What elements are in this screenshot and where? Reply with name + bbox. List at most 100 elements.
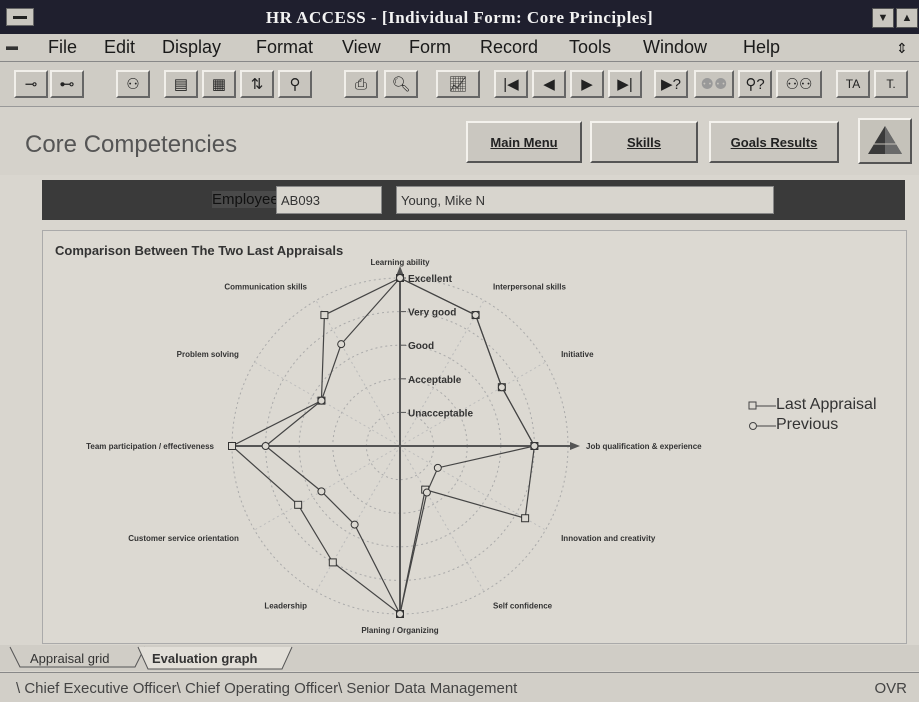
scale-label: Very good (408, 308, 456, 319)
axis-label: Leadership (264, 601, 307, 610)
axis-label: Learning ability (370, 258, 430, 267)
menu-view[interactable]: View (342, 37, 381, 58)
query-record-icon[interactable]: ▶? (654, 70, 688, 98)
last-record-icon[interactable]: ▶| (608, 70, 642, 98)
previous-point (396, 610, 404, 618)
axis-label: Interpersonal skills (493, 283, 566, 292)
pyramid-logo-icon (868, 126, 902, 154)
scale-label: Acceptable (408, 375, 462, 386)
axis-label: Innovation and creativity (561, 534, 656, 543)
next-record-icon[interactable]: ▶ (570, 70, 604, 98)
grid-spoke (399, 445, 485, 592)
menu-format[interactable]: Format (256, 37, 313, 58)
grid-view-icon[interactable]: ▦ (202, 70, 236, 98)
axis-label: Planing / Organizing (361, 626, 438, 635)
connect-icon[interactable]: ⊸ (14, 70, 48, 98)
menu-edit[interactable]: Edit (104, 37, 135, 58)
form-view-icon[interactable]: ▤ (164, 70, 198, 98)
org-chart-icon[interactable]: ⚇ (116, 70, 150, 98)
logo[interactable] (858, 118, 912, 164)
filter-icon[interactable]: ⚲ (278, 70, 312, 98)
previous-point (350, 520, 359, 529)
chart-icon[interactable]: 📈︎ (436, 70, 480, 98)
goals-results-button[interactable]: Goals Results (709, 121, 839, 163)
radar-chart: Unacceptable Acceptable Good Very good Excel… (86, 258, 702, 635)
employee-name-field[interactable]: Young, Mike N (396, 186, 774, 214)
scale-label: Good (408, 341, 434, 352)
scale-label: Unacceptable (408, 408, 473, 419)
skills-button[interactable]: Skills (590, 121, 698, 163)
grid-spoke (315, 445, 401, 592)
last-appraisal-point (521, 514, 530, 523)
status-mode: OVR (874, 680, 907, 697)
text-format-icon[interactable]: T. (874, 70, 908, 98)
axis-label: Communication skills (224, 283, 307, 292)
grid-spoke (315, 300, 401, 447)
document-menu-icon[interactable]: ▬ (6, 39, 20, 53)
chart-legend: Last Appraisal Previous (748, 396, 877, 436)
last-appraisal-point (228, 442, 236, 450)
title-bar: HR ACCESS - [Individual Form: Core Princ… (0, 0, 919, 34)
menu-help[interactable]: Help (743, 37, 780, 58)
last-appraisal-point (328, 558, 337, 567)
previous-point (337, 340, 346, 349)
legend-last-label: Last Appraisal (776, 396, 877, 413)
square-marker-icon (748, 401, 776, 410)
tab-appraisal-grid[interactable]: Appraisal grid (30, 647, 110, 669)
previous-point (317, 396, 326, 405)
person-help-icon[interactable]: ⚲? (738, 70, 772, 98)
menu-display[interactable]: Display (162, 37, 221, 58)
previous-point (261, 442, 270, 450)
window-title: HR ACCESS - [Individual Form: Core Princ… (265, 8, 654, 27)
tab-strip: Appraisal grid Evaluation graph (0, 645, 919, 671)
scale-label: Excellent (408, 274, 453, 285)
axis-label: Self confidence (493, 601, 553, 610)
sort-icon[interactable]: ⇅ (240, 70, 274, 98)
menu-tools[interactable]: Tools (569, 37, 611, 58)
tab-evaluation-graph[interactable]: Evaluation graph (152, 647, 257, 669)
employee-label: Employee: (212, 191, 283, 208)
employee-id-field[interactable]: AB093 (276, 186, 382, 214)
legend-previous-label: Previous (776, 416, 839, 433)
grid-spoke (399, 300, 485, 447)
axis-label: Initiative (561, 350, 594, 359)
previous-point (530, 442, 539, 450)
minimize-button[interactable]: ▼ (872, 8, 894, 28)
axis-label: Job qualification & experience (586, 442, 702, 451)
axis-label: Problem solving (177, 350, 239, 359)
disconnect-icon[interactable]: ⊷ (50, 70, 84, 98)
restore-icon[interactable]: ⇕ (896, 40, 908, 57)
first-record-icon[interactable]: |◀ (494, 70, 528, 98)
status-path: \ Chief Executive Officer\ Chief Operati… (16, 680, 518, 697)
previous-point (317, 487, 326, 496)
previous-point (497, 383, 506, 392)
previous-point (433, 463, 442, 472)
circle-marker-icon (749, 422, 776, 430)
people-group-icon[interactable]: ⚇⚇ (776, 70, 822, 98)
people-disabled-icon: ⚉⚉ (694, 70, 734, 98)
toolbar: ⊸ ⊷ ⚇ ▤ ▦ ⇅ ⚲ ⎙ 🔍︎ 📈︎ |◀ ◀ ▶ ▶| ▶? ⚉⚉ ⚲?… (0, 62, 919, 108)
menu-form[interactable]: Form (409, 37, 451, 58)
legend-previous: Previous (748, 416, 877, 434)
grid-spoke (254, 361, 401, 447)
menu-file[interactable]: File (48, 37, 77, 58)
menu-record[interactable]: Record (480, 37, 538, 58)
form-header: Core Competencies Main Menu Skills Goals… (0, 107, 919, 175)
status-bar: \ Chief Executive Officer\ Chief Operati… (0, 672, 919, 702)
text-tool-icon[interactable]: TA (836, 70, 870, 98)
last-appraisal-point (294, 500, 303, 509)
legend-last-appraisal: Last Appraisal (748, 396, 877, 414)
menu-window[interactable]: Window (643, 37, 707, 58)
chart-panel: Comparison Between The Two Last Appraisa… (42, 230, 907, 644)
print-preview-icon[interactable]: 🔍︎ (384, 70, 418, 98)
horizontal-axis-arrow (570, 442, 580, 450)
maximize-button[interactable]: ▲ (896, 8, 918, 28)
page-title: Core Competencies (25, 131, 238, 158)
previous-record-icon[interactable]: ◀ (532, 70, 566, 98)
axis-label: Team participation / effectiveness (86, 442, 214, 451)
main-menu-button[interactable]: Main Menu (466, 121, 582, 163)
grid-spoke (254, 445, 401, 531)
print-icon[interactable]: ⎙ (344, 70, 378, 98)
axis-label: Customer service orientation (128, 534, 239, 543)
last-appraisal-point (320, 311, 329, 320)
